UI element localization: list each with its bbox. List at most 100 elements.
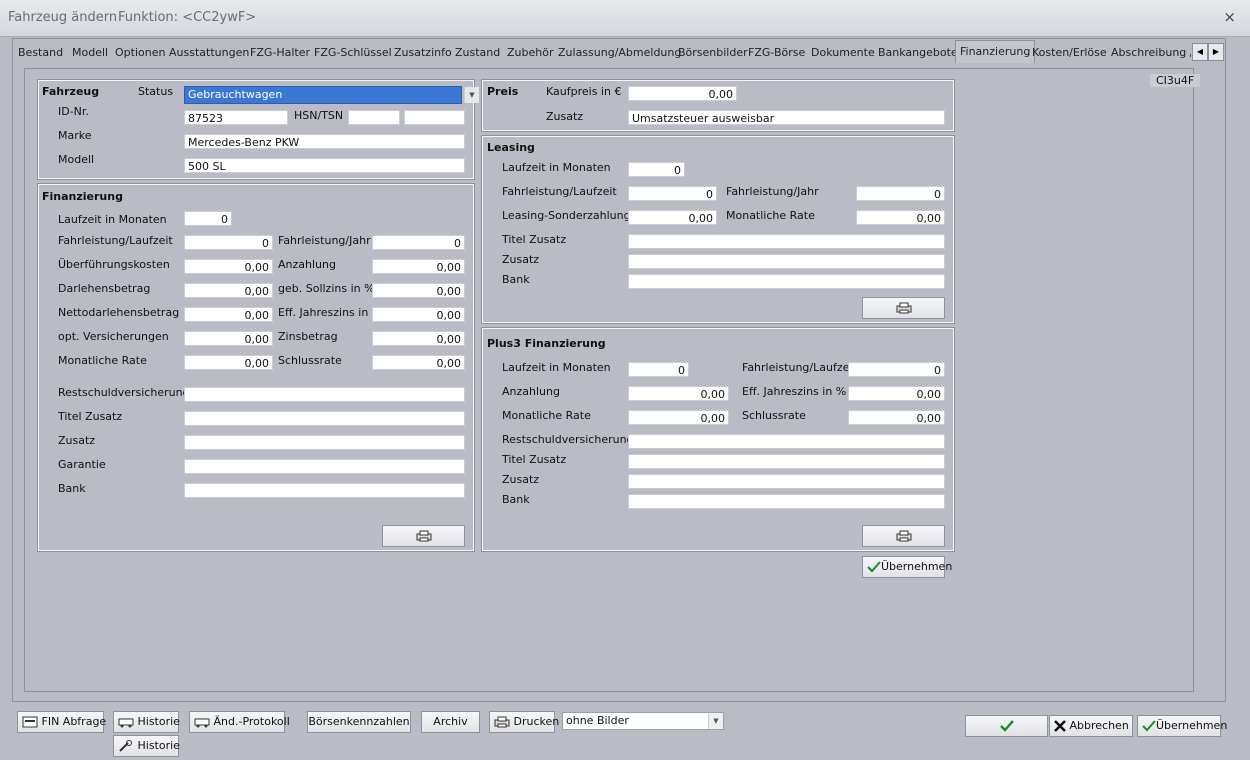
tab-fzg-halter[interactable]: FZG-Halter xyxy=(250,44,310,62)
leasing-rate-field[interactable]: 0,00 xyxy=(856,210,945,225)
plus3-schlussrate-field[interactable]: 0,00 xyxy=(848,410,945,425)
leasing-fahrleistung-jahr-field[interactable]: 0 xyxy=(856,186,945,201)
fahrzeug-section: Fahrzeug Status Gebrauchtwagen ▼ ID-Nr. … xyxy=(37,79,479,180)
chevron-down-icon[interactable]: ▼ xyxy=(708,713,723,729)
chevron-down-icon[interactable]: ▼ xyxy=(464,87,479,103)
tsn-field[interactable] xyxy=(404,110,465,125)
fin-netto-field[interactable]: 0,00 xyxy=(184,307,273,322)
plus3-zusatz-field[interactable] xyxy=(628,474,945,489)
historie-button[interactable]: Historie xyxy=(113,711,180,733)
tab-zulassung[interactable]: Zulassung/Abmeldung xyxy=(558,44,681,62)
fin-ueberfuehrung-field[interactable]: 0,00 xyxy=(184,259,273,274)
fin-abfrage-button[interactable]: FIN Abfrage xyxy=(17,711,107,733)
tab-fzg-boerse[interactable]: FZG-Börse xyxy=(748,44,805,62)
historie-label: Historie xyxy=(137,715,180,728)
tab-dokumente[interactable]: Dokumente xyxy=(811,44,875,62)
modell-field[interactable]: 500 SL xyxy=(184,158,465,173)
preis-zusatz-field[interactable]: Umsatzsteuer ausweisbar xyxy=(628,110,945,125)
id-field[interactable]: 87523 xyxy=(184,110,288,125)
fin-versicherung-field[interactable]: 0,00 xyxy=(184,331,273,346)
tab-bestand[interactable]: Bestand xyxy=(18,44,63,62)
window-title: Fahrzeug ändern xyxy=(8,10,118,25)
fin-fahrleistung-jahr-field[interactable]: 0 xyxy=(372,235,465,250)
plus3-bank-field[interactable] xyxy=(628,494,945,509)
abbrechen-button[interactable]: Abbrechen xyxy=(1049,715,1133,737)
fin-bank-field[interactable] xyxy=(184,483,465,498)
leasing-titel-field[interactable] xyxy=(628,234,945,249)
ok-button[interactable] xyxy=(965,715,1048,737)
boersenkennzahlen-button[interactable]: Börsenkennzahlen xyxy=(307,711,411,733)
drucken-label: Drucken xyxy=(513,715,560,728)
fin-titel-label: Titel Zusatz xyxy=(58,410,123,423)
plus3-bank-label: Bank xyxy=(502,493,530,506)
fin-zinsbetrag-field[interactable]: 0,00 xyxy=(372,331,465,346)
leasing-fahrleistung-laufzeit-field[interactable]: 0 xyxy=(628,186,717,201)
tab-boersenbilder[interactable]: Börsenbilder xyxy=(678,44,748,62)
tab-modell[interactable]: Modell xyxy=(72,44,108,62)
plus3-titel-label: Titel Zusatz xyxy=(502,453,567,466)
tab-scroll-left-icon[interactable]: ◀ xyxy=(1192,43,1208,61)
plus3-section: Plus3 Finanzierung Laufzeit in Monaten 0… xyxy=(481,327,955,552)
marke-field[interactable]: Mercedes-Benz PKW xyxy=(184,134,465,149)
plus3-zusatz-label: Zusatz xyxy=(502,473,540,486)
plus3-titel-field[interactable] xyxy=(628,454,945,469)
fin-darlehen-field[interactable]: 0,00 xyxy=(184,283,273,298)
fin-fahrleistung-laufzeit-field[interactable]: 0 xyxy=(184,235,273,250)
tab-zusatzinfo[interactable]: Zusatzinfo xyxy=(394,44,452,62)
fin-eff-label: Eff. Jahreszins in % xyxy=(278,306,383,319)
leasing-sonderzahlung-field[interactable]: 0,00 xyxy=(628,210,717,225)
leasing-print-button[interactable] xyxy=(862,297,945,319)
hsn-label: HSN/TSN xyxy=(294,109,344,122)
fin-garantie-field[interactable] xyxy=(184,459,465,474)
tab-kosten-erloese[interactable]: Kosten/Erlöse xyxy=(1032,44,1107,62)
archiv-button[interactable]: Archiv xyxy=(421,711,480,733)
uebernehmen-button[interactable]: Übernehmen xyxy=(1137,715,1227,737)
aend-protokoll-button[interactable]: Änd.-Protokoll xyxy=(189,711,290,733)
tab-abschreibung[interactable]: Abschreibung / V xyxy=(1111,44,1191,62)
abbrechen-label: Abbrechen xyxy=(1069,719,1129,732)
plus3-rate-field[interactable]: 0,00 xyxy=(628,410,729,425)
plus3-print-button[interactable] xyxy=(862,525,945,547)
fin-titel-field[interactable] xyxy=(184,411,465,426)
status-select[interactable]: Gebrauchtwagen ▼ xyxy=(184,86,479,104)
tab-optionen[interactable]: Optionen xyxy=(115,44,165,62)
print-option-select[interactable]: ohne Bilder ▼ xyxy=(562,712,724,730)
fin-rate-label: Monatliche Rate xyxy=(58,354,147,367)
drucken-button[interactable]: Drucken xyxy=(489,711,559,733)
leasing-laufzeit-field[interactable]: 0 xyxy=(628,162,685,177)
fin-abfrage-label: FIN Abfrage xyxy=(41,715,107,728)
tab-zustand[interactable]: Zustand xyxy=(455,44,500,62)
printer-icon xyxy=(494,716,510,728)
fin-laufzeit-field[interactable]: 0 xyxy=(184,211,232,226)
close-icon[interactable]: × xyxy=(1223,8,1236,26)
fin-zusatz-field[interactable] xyxy=(184,435,465,450)
kaufpreis-field[interactable]: 0,00 xyxy=(628,86,737,101)
fin-schlussrate-field[interactable]: 0,00 xyxy=(372,355,465,370)
fin-print-button[interactable] xyxy=(382,525,465,547)
plus3-fahrleistung-field[interactable]: 0 xyxy=(848,362,945,377)
leasing-zusatz-field[interactable] xyxy=(628,254,945,269)
tab-fzg-schluessel[interactable]: FZG-Schlüssel xyxy=(314,44,392,62)
plus3-anzahlung-field[interactable]: 0,00 xyxy=(628,386,729,401)
tab-ausstattungen[interactable]: Ausstattungen xyxy=(169,44,249,62)
tab-bankangebote[interactable]: Bankangebote xyxy=(878,44,958,62)
tab-zubehoer[interactable]: Zubehör xyxy=(507,44,553,62)
cancel-x-icon xyxy=(1054,720,1066,732)
hsn-field[interactable] xyxy=(348,110,400,125)
fin-eff-field[interactable]: 0,00 xyxy=(372,307,465,322)
fin-rate-field[interactable]: 0,00 xyxy=(184,355,273,370)
tab-scroll-right-icon[interactable]: ▶ xyxy=(1208,43,1224,61)
historie-tool-button[interactable]: Historie xyxy=(113,735,180,757)
fin-sollzins-field[interactable]: 0,00 xyxy=(372,283,465,298)
fin-anzahlung-label: Anzahlung xyxy=(278,258,336,271)
plus3-restschuld-field[interactable] xyxy=(628,434,945,449)
tab-finanzierung[interactable]: Finanzierung xyxy=(955,40,1036,63)
fin-restschuld-field[interactable] xyxy=(184,387,465,402)
fin-anzahlung-field[interactable]: 0,00 xyxy=(372,259,465,274)
apply-financing-button[interactable]: Übernehmen xyxy=(862,556,952,578)
leasing-bank-field[interactable] xyxy=(628,274,945,289)
plus3-laufzeit-field[interactable]: 0 xyxy=(628,362,689,377)
plus3-eff-field[interactable]: 0,00 xyxy=(848,386,945,401)
leasing-zusatz-label: Zusatz xyxy=(502,253,540,266)
finanzierung-title: Finanzierung xyxy=(42,190,123,203)
